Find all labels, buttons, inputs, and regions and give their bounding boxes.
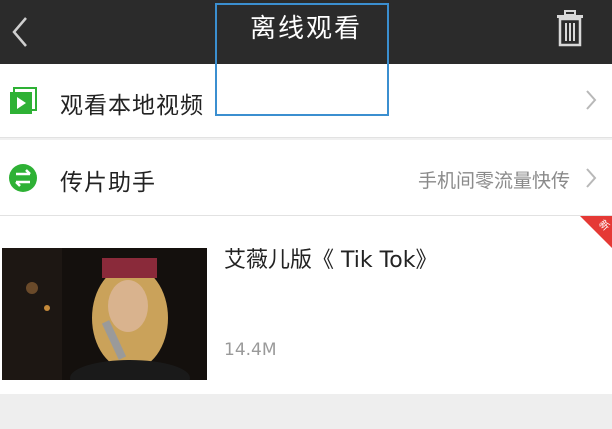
page-title: 离线观看 (249, 14, 362, 44)
transfer-assistant-label: 传片助手 (60, 170, 156, 196)
trash-icon[interactable] (552, 8, 588, 48)
play-folder-icon (10, 87, 37, 114)
top-bar: 离线观看 (0, 0, 612, 64)
video-list-item[interactable]: 艾薇儿版《 Tik Tok》 14.4M 新 (0, 216, 612, 394)
chevron-right-icon (586, 90, 597, 110)
transfer-icon (9, 164, 37, 192)
video-thumbnail-image (2, 248, 207, 380)
video-thumbnail[interactable] (2, 248, 207, 380)
chevron-right-icon (586, 168, 597, 188)
watch-local-video-label: 观看本地视频 (60, 93, 204, 119)
watch-local-video-item[interactable]: 观看本地视频 (0, 64, 612, 138)
bottom-area (0, 394, 612, 429)
video-size: 14.4M (224, 340, 277, 360)
video-title: 艾薇儿版《 Tik Tok》 (224, 248, 438, 273)
transfer-assistant-item[interactable]: 传片助手 手机间零流量快传 (0, 140, 612, 216)
transfer-assistant-subtitle: 手机间零流量快传 (417, 170, 570, 192)
